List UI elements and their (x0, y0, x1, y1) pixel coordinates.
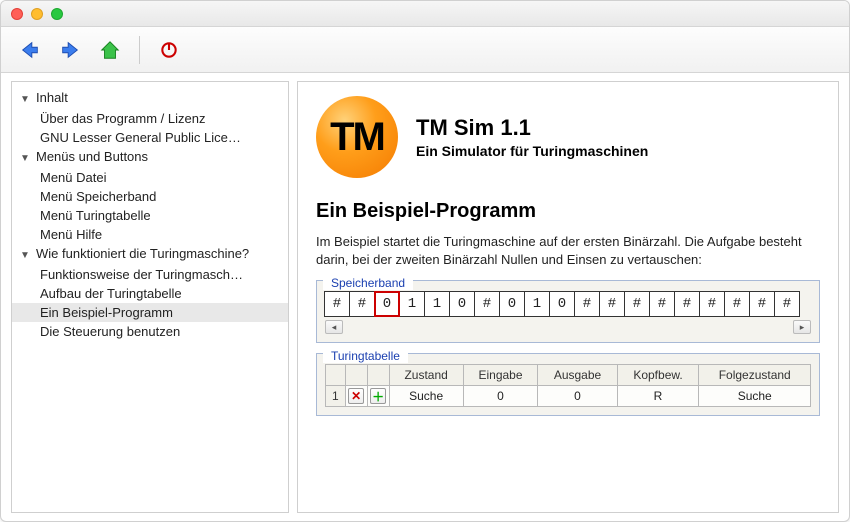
titlebar (1, 1, 849, 27)
tape: ##0110#010######### (325, 291, 811, 317)
tape-cell: # (349, 291, 375, 317)
intro-paragraph: Im Beispiel startet die Turingmaschine a… (316, 233, 820, 268)
tape-cell: 0 (499, 291, 525, 317)
tape-cell: # (649, 291, 675, 317)
tape-cell: # (474, 291, 500, 317)
tree-item[interactable]: Menü Turingtabelle (12, 206, 288, 225)
tape-cell: # (749, 291, 775, 317)
tape-cell: # (724, 291, 750, 317)
col-header: Folgezustand (699, 365, 811, 386)
close-window-button[interactable] (11, 8, 23, 20)
disclosure-triangle-icon: ▼ (20, 150, 32, 167)
tree-group[interactable]: ▼Wie funktioniert die Turingmaschine? (12, 244, 288, 265)
page-heading: Ein Beispiel-Programm (316, 200, 820, 223)
tape-cell: 0 (549, 291, 575, 317)
toolbar-separator (139, 36, 140, 64)
delete-row-button[interactable]: ✕ (348, 388, 364, 404)
col-rownum (326, 365, 346, 386)
col-header: Eingabe (463, 365, 538, 386)
home-icon (99, 39, 121, 61)
tape-panel-title: Speicherband (323, 272, 413, 290)
back-button[interactable] (15, 36, 45, 64)
tape-cell: # (324, 291, 350, 317)
tape-cell: # (599, 291, 625, 317)
forward-button[interactable] (55, 36, 85, 64)
arrow-right-icon (59, 39, 81, 61)
power-button[interactable] (154, 36, 184, 64)
table-panel-title: Turingtabelle (323, 345, 408, 363)
tape-panel: Speicherband ##0110#010######### ◂ ▸ (316, 280, 820, 343)
content-pane[interactable]: TM TM Sim 1.1 Ein Simulator für Turingma… (297, 81, 839, 513)
app-subtitle: Ein Simulator für Turingmaschinen (416, 143, 648, 159)
toolbar (1, 27, 849, 73)
table-row: 1✕＋Suche00RSuche (326, 386, 811, 407)
tree-item[interactable]: Ein Beispiel-Programm (12, 303, 288, 322)
content-split: ▼InhaltÜber das Programm / LizenzGNU Les… (1, 73, 849, 521)
row-number: 1 (326, 386, 346, 407)
power-icon (159, 40, 179, 60)
cell-zustand[interactable]: Suche (389, 386, 463, 407)
tree-item[interactable]: Aufbau der Turingtabelle (12, 284, 288, 303)
tree-group[interactable]: ▼Menüs und Buttons (12, 147, 288, 168)
col-header: Ausgabe (538, 365, 617, 386)
app-title: TM Sim 1.1 (416, 115, 648, 141)
cell-ausgabe[interactable]: 0 (538, 386, 617, 407)
tape-cell: 0 (449, 291, 475, 317)
nav-tree[interactable]: ▼InhaltÜber das Programm / LizenzGNU Les… (11, 81, 289, 513)
minimize-window-button[interactable] (31, 8, 43, 20)
tape-cell: 1 (524, 291, 550, 317)
table-panel: Turingtabelle ZustandEingabeAusgabeKopfb… (316, 353, 820, 416)
tape-cell: # (574, 291, 600, 317)
home-button[interactable] (95, 36, 125, 64)
col-delete (345, 365, 367, 386)
tree-item[interactable]: Menü Speicherband (12, 187, 288, 206)
cell-eingabe[interactable]: 0 (463, 386, 538, 407)
col-header: Kopfbew. (617, 365, 699, 386)
disclosure-triangle-icon: ▼ (20, 91, 32, 108)
app-window: ▼InhaltÜber das Programm / LizenzGNU Les… (0, 0, 850, 522)
tree-group[interactable]: ▼Inhalt (12, 88, 288, 109)
tree-item[interactable]: Menü Datei (12, 168, 288, 187)
tape-cell: # (699, 291, 725, 317)
hero: TM TM Sim 1.1 Ein Simulator für Turingma… (316, 96, 820, 178)
cell-kopfbew[interactable]: R (617, 386, 699, 407)
col-add (367, 365, 389, 386)
tape-cell: # (774, 291, 800, 317)
add-row-button[interactable]: ＋ (370, 388, 386, 404)
tape-cell: 1 (399, 291, 425, 317)
tree-item[interactable]: Über das Programm / Lizenz (12, 109, 288, 128)
arrow-left-icon (19, 39, 41, 61)
app-logo: TM (316, 96, 398, 178)
tree-item[interactable]: Funktionsweise der Turingmasch… (12, 265, 288, 284)
tape-cell: 0 (374, 291, 400, 317)
tape-cell: # (624, 291, 650, 317)
tape-cell: # (674, 291, 700, 317)
tape-scroll-left[interactable]: ◂ (325, 320, 343, 334)
tree-item[interactable]: GNU Lesser General Public Lice… (12, 128, 288, 147)
cell-folgezustand[interactable]: Suche (699, 386, 811, 407)
tape-cell: 1 (424, 291, 450, 317)
disclosure-triangle-icon: ▼ (20, 247, 32, 264)
zoom-window-button[interactable] (51, 8, 63, 20)
col-header: Zustand (389, 365, 463, 386)
turing-table: ZustandEingabeAusgabeKopfbew.Folgezustan… (325, 364, 811, 407)
tree-item[interactable]: Menü Hilfe (12, 225, 288, 244)
tape-scroll-right[interactable]: ▸ (793, 320, 811, 334)
tree-item[interactable]: Die Steuerung benutzen (12, 322, 288, 341)
